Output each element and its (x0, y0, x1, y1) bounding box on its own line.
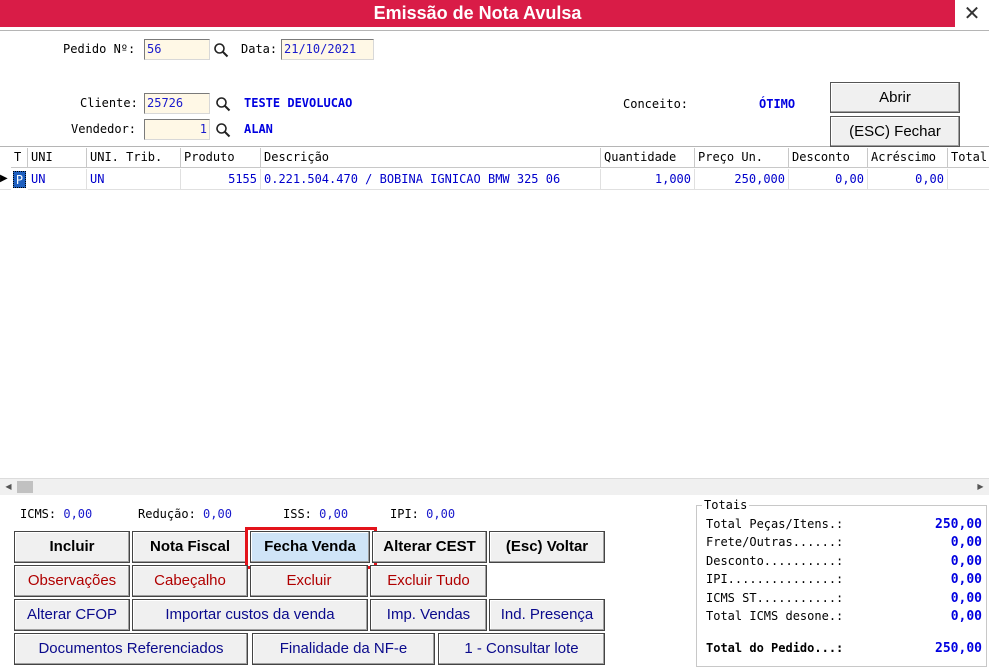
iss-value: 0,00 (319, 507, 349, 521)
order-header-panel: Pedido Nº: 56 Data: 21/10/2021 Cliente: … (0, 30, 989, 147)
conceito-label: Conceito: (623, 97, 689, 111)
items-grid[interactable]: T UNI UNI. Trib. Produto Descrição Quant… (0, 148, 989, 478)
nota-fiscal-button[interactable]: Nota Fiscal (132, 531, 248, 563)
col-header-quantidade[interactable]: Quantidade (601, 148, 695, 168)
col-header-acrescimo[interactable]: Acréscimo (868, 148, 948, 168)
totals-row-value: 0,00 (950, 609, 982, 624)
close-icon[interactable]: ✕ (955, 0, 989, 27)
scroll-thumb[interactable] (17, 481, 33, 493)
totals-caption: Totais (702, 498, 750, 512)
pedido-field[interactable]: 56 (144, 39, 210, 60)
consultar-lote-button[interactable]: 1 - Consultar lote (438, 633, 605, 665)
iss-summary: ISS: 0,00 (283, 507, 348, 521)
totals-row: ICMS ST...........: 0,00 (706, 591, 982, 607)
icms-summary: ICMS: 0,00 (20, 507, 92, 521)
row-indicator-icon: ▶ (0, 169, 11, 190)
totals-row: Total Peças/Itens.: 250,00 (706, 517, 982, 533)
totals-row-label: Desconto..........: (706, 554, 844, 568)
cliente-name: TESTE DEVOLUCAO (244, 96, 353, 110)
pedido-label: Pedido Nº: (63, 42, 136, 56)
alterar-cfop-button[interactable]: Alterar CFOP (14, 599, 130, 631)
finalidade-nfe-button[interactable]: Finalidade da NF-e (252, 633, 435, 665)
col-header-t[interactable]: T (11, 148, 28, 168)
totals-panel: Totais Total Peças/Itens.: 250,00 Frete/… (696, 499, 987, 667)
totals-row-value: 0,00 (950, 554, 982, 569)
totals-row-label: Total ICMS desone.: (706, 609, 844, 623)
ipi-value: 0,00 (426, 507, 456, 521)
observacoes-button[interactable]: Observações (14, 565, 130, 597)
cliente-field[interactable]: 25726 (144, 93, 210, 114)
abrir-button[interactable]: Abrir (830, 82, 960, 113)
iss-label: ISS: (283, 507, 312, 521)
reducao-summary: Redução: 0,00 (138, 507, 232, 521)
totals-row: Total ICMS desone.: 0,00 (706, 609, 982, 625)
alterar-cest-button[interactable]: Alterar CEST (372, 531, 487, 563)
col-header-uni-trib[interactable]: UNI. Trib. (87, 148, 181, 168)
reducao-value: 0,00 (203, 507, 232, 521)
bottom-panel: ICMS: 0,00 Redução: 0,00 ISS: 0,00 IPI: … (0, 495, 989, 669)
cell-preco[interactable]: 250,000 (695, 169, 789, 190)
voltar-button[interactable]: (Esc) Voltar (489, 531, 605, 563)
scroll-right-icon[interactable]: ▶ (972, 479, 989, 496)
highlight-box (245, 527, 377, 569)
search-vendedor-icon[interactable] (215, 122, 231, 138)
totals-row-label: Frete/Outras......: (706, 535, 844, 549)
col-header-total[interactable]: Total (948, 148, 989, 168)
totals-row-value: 0,00 (950, 572, 982, 587)
col-header-uni[interactable]: UNI (28, 148, 87, 168)
totals-row: Frete/Outras......: 0,00 (706, 535, 982, 551)
totals-row-label: IPI...............: (706, 572, 844, 586)
imp-vendas-button[interactable]: Imp. Vendas (370, 599, 487, 631)
cell-quantidade[interactable]: 1,000 (601, 169, 695, 190)
search-cliente-icon[interactable] (215, 96, 231, 112)
total-pedido-value: 250,00 (935, 641, 982, 656)
cell-produto[interactable]: 5155 (181, 169, 261, 190)
cell-descricao[interactable]: 0.221.504.470 / BOBINA IGNICAO BMW 325 0… (261, 169, 601, 190)
conceito-value: ÓTIMO (759, 97, 796, 111)
window-title: Emissão de Nota Avulsa (373, 3, 582, 23)
documentos-referenciados-button[interactable]: Documentos Referenciados (14, 633, 248, 665)
excluir-tudo-button[interactable]: Excluir Tudo (370, 565, 487, 597)
totals-row: Desconto..........: 0,00 (706, 554, 982, 570)
vendedor-label: Vendedor: (71, 122, 137, 136)
ipi-label: IPI: (390, 507, 419, 521)
icms-value: 0,00 (63, 507, 93, 521)
ind-presenca-button[interactable]: Ind. Presença (489, 599, 605, 631)
cabecalho-button[interactable]: Cabeçalho (132, 565, 248, 597)
cell-total[interactable] (948, 169, 989, 190)
cliente-label: Cliente: (80, 96, 138, 110)
totals-row-label: Total Peças/Itens.: (706, 517, 844, 531)
total-pedido-row: Total do Pedido...: 250,00 (706, 641, 982, 657)
cell-uni-trib[interactable]: UN (87, 169, 181, 190)
data-label: Data: (241, 42, 278, 56)
data-field[interactable]: 21/10/2021 (281, 39, 374, 60)
col-header-desconto[interactable]: Desconto (789, 148, 868, 168)
cell-acrescimo[interactable]: 0,00 (868, 169, 948, 190)
totals-row-value: 0,00 (950, 591, 982, 606)
total-pedido-label: Total do Pedido...: (706, 641, 844, 655)
vendedor-name: ALAN (244, 122, 273, 136)
totals-row-label: ICMS ST...........: (706, 591, 844, 605)
col-header-descricao[interactable]: Descrição (261, 148, 601, 168)
importar-custos-button[interactable]: Importar custos da venda (132, 599, 368, 631)
reducao-label: Redução: (138, 507, 196, 521)
search-pedido-icon[interactable] (213, 42, 229, 58)
excluir-button[interactable]: Excluir (250, 565, 368, 597)
scroll-left-icon[interactable]: ◀ (0, 479, 17, 496)
horizontal-scrollbar[interactable]: ◀ ▶ (0, 478, 989, 495)
col-header-produto[interactable]: Produto (181, 148, 261, 168)
title-bar: Emissão de Nota Avulsa ✕ (0, 0, 989, 27)
cell-desconto[interactable]: 0,00 (789, 169, 868, 190)
vendedor-field[interactable]: 1 (144, 119, 210, 140)
icms-label: ICMS: (20, 507, 57, 521)
cell-uni[interactable]: UN (28, 169, 87, 190)
col-header-preco[interactable]: Preço Un. (695, 148, 789, 168)
totals-row-value: 0,00 (950, 535, 982, 550)
cell-t[interactable]: P (13, 171, 26, 188)
incluir-button[interactable]: Incluir (14, 531, 130, 563)
fechar-button[interactable]: (ESC) Fechar (830, 116, 960, 147)
ipi-summary: IPI: 0,00 (390, 507, 455, 521)
totals-row: IPI...............: 0,00 (706, 572, 982, 588)
totals-row-value: 250,00 (935, 517, 982, 532)
